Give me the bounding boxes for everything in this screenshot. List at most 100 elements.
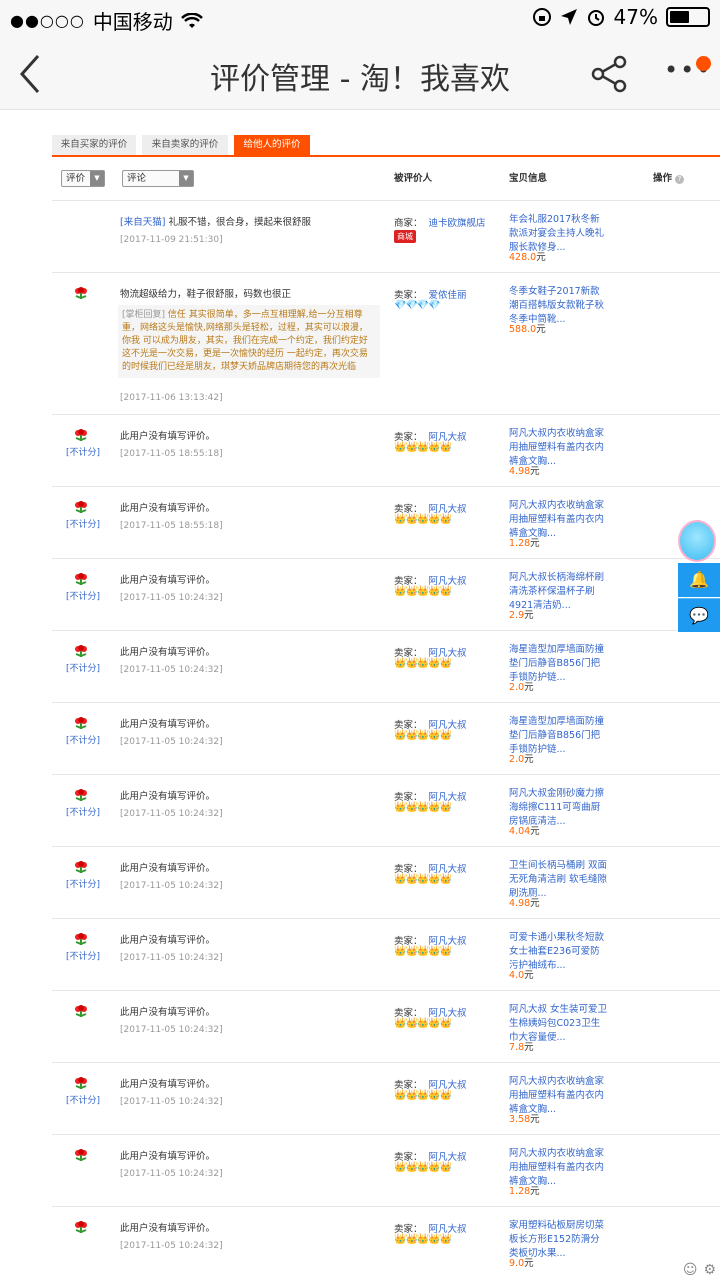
table-row: [不计分] 此用户没有填写评价。 [2017-11-05 10:24:32] 卖家：阿… (52, 918, 720, 990)
rating-filter-label: 评价 (66, 173, 86, 184)
comment-text: 此用户没有填写评价。 (120, 1007, 216, 1018)
seller-info: 卖家： 阿凡大叔 (394, 933, 467, 947)
table-row: 物流超级给力，鞋子很舒服，码数也很正 [掌柜回复] 信任 其实很简单，多一点互相理… (52, 272, 720, 414)
seller-info: 卖家： 阿凡大叔 (394, 1077, 467, 1091)
price-value: 4.04 (509, 826, 531, 837)
comment-source-link[interactable]: [来自天猫] (120, 217, 165, 228)
no-score-label: [不计分] (66, 808, 101, 818)
column-action: 操作? (653, 170, 685, 184)
seller-rank-icons: 👑👑👑👑👑 (394, 946, 452, 957)
flower-icon (75, 287, 87, 299)
comment-text: 此用户没有填写评价。 (120, 935, 216, 946)
price-unit: 元 (536, 252, 546, 263)
flower-icon (75, 429, 87, 441)
seller-info: 卖家： 阿凡大叔 (394, 573, 467, 587)
seller-rank-icons: 👑👑👑👑👑 (394, 586, 452, 597)
comment-text: 此用户没有填写评价。 (120, 575, 216, 586)
no-score-label: [不计分] (66, 952, 101, 962)
comment-text: 此用户没有填写评价。 (120, 863, 216, 874)
table-row: 此用户没有填写评价。 [2017-11-05 10:24:32] 卖家： 阿凡大叔 👑👑… (52, 990, 720, 1062)
user-icon[interactable]: ☺ (683, 1262, 698, 1278)
seller-rank-icons: 👑👑👑👑👑 (394, 514, 452, 525)
seller-info: 卖家： 阿凡大叔 (394, 1221, 467, 1235)
review-time: [2017-11-05 10:24:32] (120, 953, 223, 963)
price-unit: 元 (524, 682, 534, 693)
comment-filter-label: 评论 (127, 173, 147, 184)
mascot-icon[interactable] (678, 520, 716, 562)
price-value: 2.0 (509, 682, 525, 693)
bottom-tools: ☺ ⚙ (683, 1262, 716, 1278)
price-value: 428.0 (509, 252, 537, 263)
comment-filter-select[interactable]: 评论 ▼ (122, 170, 194, 187)
flower-icon (75, 1149, 87, 1161)
bell-icon[interactable]: 🔔 (678, 563, 720, 597)
status-bar: ●●○○○ 中国移动 47% (0, 0, 720, 36)
price-unit: 元 (530, 466, 540, 477)
price-value: 3.58 (509, 1114, 531, 1125)
flower-icon (75, 717, 87, 729)
column-reviewee: 被评价人 (394, 173, 433, 184)
carrier-name: 中国移动 (92, 10, 173, 34)
seller-rank-icons: 👑👑👑👑👑 (394, 1234, 452, 1245)
comment-text: 此用户没有填写评价。 (120, 647, 216, 658)
no-score-label: [不计分] (66, 880, 101, 890)
wifi-icon (180, 12, 203, 28)
comment-text: 此用户没有填写评价。 (120, 719, 216, 730)
review-time: [2017-11-06 13:13:42] (120, 393, 223, 403)
share-icon[interactable] (590, 54, 630, 94)
price-value: 1.28 (509, 538, 531, 549)
no-score-label: [不计分] (66, 664, 101, 674)
price-value: 588.0 (509, 324, 537, 335)
rating-filter-select[interactable]: 评价 ▼ (61, 170, 105, 187)
seller-name-link[interactable]: 迪卡欧旗舰店 (429, 218, 486, 229)
price-value: 4.0 (509, 970, 525, 981)
chat-icon[interactable]: 💬 (678, 598, 720, 632)
nav-bar: 评价管理 - 淘！我喜欢 ••• (0, 36, 720, 110)
item-price: 7.8元 (509, 1039, 534, 1053)
seller-role: 商家： (394, 218, 423, 229)
seller-info: 卖家： 阿凡大叔 (394, 645, 467, 659)
reply-tag: [掌柜回复] (122, 310, 166, 320)
seller-rank-icons: 👑👑👑👑👑 (394, 1018, 452, 1029)
seller-info: 商家： 迪卡欧旗舰店 (394, 215, 486, 229)
item-price: 2.9元 (509, 607, 534, 621)
seller-info: 卖家： 阿凡大叔 (394, 717, 467, 731)
review-time: [2017-11-05 18:55:18] (120, 521, 223, 531)
column-action-label: 操作 (653, 173, 673, 184)
chevron-down-icon: ▼ (90, 171, 104, 186)
comment-text: 此用户没有填写评价。 (120, 791, 216, 802)
help-icon[interactable]: ? (675, 175, 685, 184)
price-unit: 元 (524, 754, 534, 765)
price-value: 2.0 (509, 754, 525, 765)
review-time: [2017-11-05 10:24:32] (120, 881, 223, 891)
comment-text: 此用户没有填写评价。 (120, 1223, 216, 1234)
seller-rank-icons: 👑👑👑👑👑 (394, 802, 452, 813)
battery-percent: 47% (613, 5, 658, 29)
review-time: [2017-11-05 10:24:32] (120, 593, 223, 603)
review-time: [2017-11-05 10:24:32] (120, 1241, 223, 1251)
review-time: [2017-11-05 10:24:32] (120, 665, 223, 675)
price-value: 1.28 (509, 1186, 531, 1197)
tab-from-sellers[interactable]: 来自卖家的评价 (142, 135, 228, 155)
flower-icon (75, 933, 87, 945)
item-price: 2.0元 (509, 751, 534, 765)
review-time: [2017-11-05 10:24:32] (120, 737, 223, 747)
table-row: [不计分] 此用户没有填写评价。 [2017-11-05 10:24:32] 卖家：阿… (52, 558, 720, 630)
flower-icon (75, 1221, 87, 1233)
item-price: 4.04元 (509, 823, 540, 837)
review-time: [2017-11-05 10:24:32] (120, 1169, 223, 1179)
item-price: 1.28元 (509, 1183, 540, 1197)
table-row: [不计分] 此用户没有填写评价。 [2017-11-05 10:24:32] 卖家：阿… (52, 630, 720, 702)
price-unit: 元 (524, 1258, 534, 1269)
price-unit: 元 (530, 1114, 540, 1125)
tab-from-buyers[interactable]: 来自买家的评价 (52, 135, 136, 155)
seller-info: 卖家： 阿凡大叔 (394, 501, 467, 515)
table-row: [不计分] 此用户没有填写评价。 [2017-11-05 10:24:32] 卖家：阿… (52, 846, 720, 918)
table-row: [不计分] 此用户没有填写评价。 [2017-11-05 10:24:32] 卖家：阿… (52, 1062, 720, 1134)
flower-icon (75, 789, 87, 801)
table-header: 评价 ▼ 评论 ▼ 被评价人 宝贝信息 操作? (52, 165, 720, 193)
settings-icon[interactable]: ⚙ (703, 1262, 716, 1278)
tab-given-to-others[interactable]: 给他人的评价 (234, 135, 310, 155)
item-price: 4.0元 (509, 967, 534, 981)
no-score-label: [不计分] (66, 520, 101, 530)
